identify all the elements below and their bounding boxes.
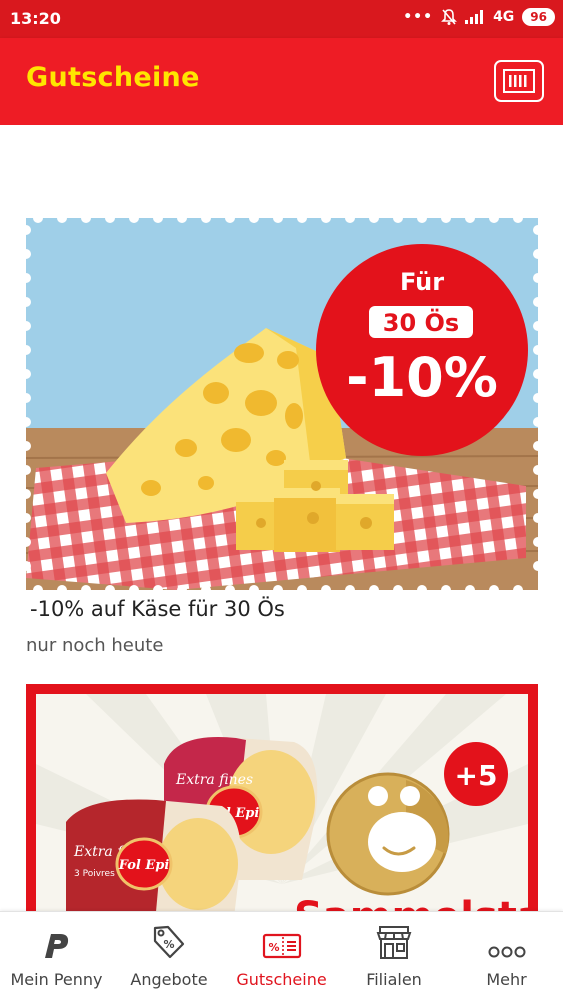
badge-line2: 30 Ös bbox=[383, 307, 459, 337]
sammelstar-coupon-image: Extra fines Fol Epi Extra fines 3 Poivre… bbox=[26, 684, 563, 911]
nav-label: Mehr bbox=[486, 970, 527, 989]
nav-label: Filialen bbox=[366, 970, 422, 989]
nav-angebote[interactable]: % Angebote bbox=[113, 912, 225, 1000]
points-badge: +5 bbox=[455, 759, 498, 792]
svg-text:%: % bbox=[163, 938, 174, 951]
coupon-list[interactable]: Für 30 Ös -10% -10% auf Käse für 30 Ös n… bbox=[0, 125, 563, 911]
badge-value: -10% bbox=[346, 346, 498, 409]
barcode-icon bbox=[503, 69, 535, 93]
network-type: 4G bbox=[493, 9, 515, 25]
signal-icon bbox=[465, 10, 484, 24]
more-dots-icon bbox=[488, 946, 525, 958]
coupon-validity: nur noch heute bbox=[26, 635, 164, 656]
brand-text-front: Fol Epi bbox=[118, 858, 170, 873]
battery-icon: 96 bbox=[522, 8, 555, 26]
nav-mein-penny[interactable]: Mein Penny bbox=[0, 912, 113, 1000]
nav-label: Angebote bbox=[130, 970, 208, 989]
status-time: 13:20 bbox=[10, 9, 61, 28]
page-title: Gutscheine bbox=[26, 62, 200, 93]
cheese-coupon-image: Für 30 Ös -10% bbox=[26, 218, 538, 590]
nav-filialen[interactable]: Filialen bbox=[338, 912, 450, 1000]
status-icons: ••• 4G 96 bbox=[403, 8, 555, 26]
price-tag-icon: % bbox=[153, 925, 185, 959]
product-variant: 3 Poivres bbox=[74, 869, 115, 879]
coupon-card-cheese[interactable]: Für 30 Ös -10% bbox=[26, 218, 538, 590]
svg-text:%: % bbox=[268, 941, 279, 954]
coupon-card-sammelstar[interactable]: Extra fines Fol Epi Extra fines 3 Poivre… bbox=[26, 684, 563, 911]
nav-label: Mein Penny bbox=[10, 970, 103, 989]
status-bar: 13:20 ••• 4G 96 bbox=[0, 0, 563, 38]
penny-logo-icon bbox=[44, 934, 68, 958]
coupon-icon: % bbox=[262, 933, 301, 959]
mute-bell-icon bbox=[441, 9, 457, 25]
app-bar: Gutscheine bbox=[0, 38, 563, 125]
product-text-back: Extra fines bbox=[175, 772, 253, 788]
bottom-navigation: Mein Penny % Angebote % Gutscheine Filia… bbox=[0, 911, 563, 1000]
coupon-title: -10% auf Käse für 30 Ös bbox=[30, 597, 285, 621]
barcode-button[interactable] bbox=[494, 60, 544, 102]
sammelstar-text: Sammelstar bbox=[294, 894, 538, 911]
nav-mehr[interactable]: Mehr bbox=[450, 912, 563, 1000]
more-notifications-icon: ••• bbox=[403, 9, 434, 25]
nav-gutscheine[interactable]: % Gutscheine bbox=[225, 912, 338, 1000]
nav-label: Gutscheine bbox=[236, 970, 327, 989]
badge-line1: Für bbox=[400, 268, 444, 296]
store-icon bbox=[376, 926, 412, 959]
